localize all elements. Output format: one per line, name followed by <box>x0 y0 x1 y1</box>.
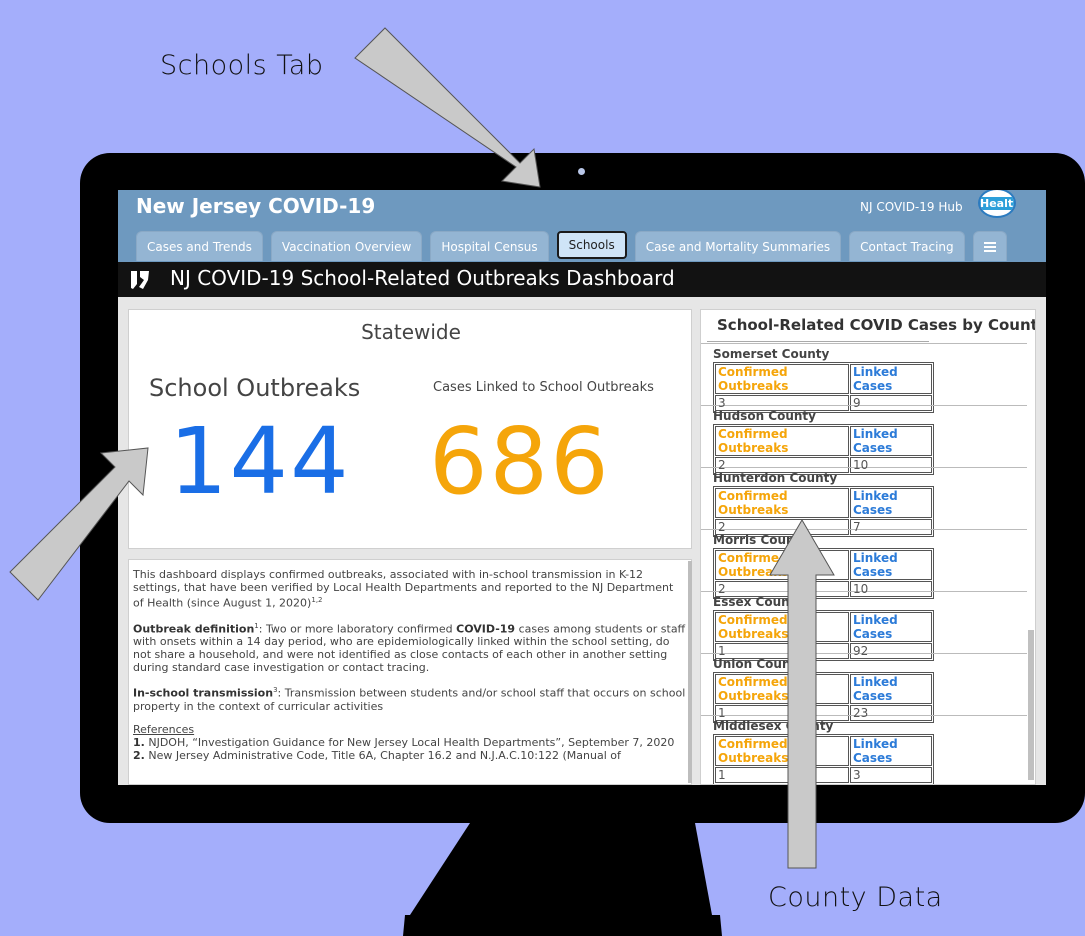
title-divider <box>707 341 929 342</box>
county-name: Somerset County <box>713 347 830 361</box>
reference-1: 1. NJDOH, “Investigation Guidance for Ne… <box>133 735 675 749</box>
county-item: Somerset County Confirmed Outbreaks Linked… <box>701 343 1027 413</box>
county-item: Hunterdon County Confirmed Outbreaks Linke… <box>701 467 1027 537</box>
linked-cases-value: 3 <box>850 767 932 783</box>
county-name: Union County <box>713 657 805 671</box>
county-panel-title: School-Related COVID Cases by County <box>717 316 1036 334</box>
confirmed-outbreaks-header: Confirmed Outbreaks <box>715 364 849 394</box>
monitor-stand <box>410 823 712 915</box>
references-heading: References <box>133 722 195 736</box>
linked-cases-header: Linked Cases <box>850 736 932 766</box>
county-name: Morris County <box>713 533 809 547</box>
tab-vaccination-overview[interactable]: Vaccination Overview <box>270 231 423 261</box>
reference-2: 2. New Jersey Administrative Code, Title… <box>133 748 621 762</box>
confirmed-outbreaks-header: Confirmed Outbreaks <box>715 612 849 642</box>
description-panel[interactable]: This dashboard displays confirmed outbre… <box>128 559 692 785</box>
tab-bar: Cases and Trends Vaccination Overview Ho… <box>136 231 1015 262</box>
hub-link[interactable]: NJ COVID-19 Hub <box>860 200 963 214</box>
linked-cases-header: Linked Cases <box>850 612 932 642</box>
monitor-base <box>403 915 722 936</box>
outbreak-definition: Outbreak definition1: Two or more labora… <box>133 621 686 675</box>
dashboard-title: NJ COVID-19 School-Related Outbreaks Das… <box>170 266 675 290</box>
county-name: Hudson County <box>713 409 816 423</box>
transmission-definition: In-school transmission3: Transmission be… <box>133 686 686 713</box>
linked-cases-header: Linked Cases <box>850 364 932 394</box>
tab-contact-tracing[interactable]: Contact Tracing <box>849 231 965 261</box>
county-name: Hunterdon County <box>713 471 838 485</box>
county-table: Confirmed Outbreaks Linked Cases 1 3 <box>713 734 934 784</box>
linked-cases-header: Linked Cases <box>850 426 932 456</box>
nj-health-logo[interactable]: Health <box>978 190 1016 218</box>
county-name: Middlesex County <box>713 719 834 733</box>
linked-cases-header: Linked Cases <box>850 550 932 580</box>
confirmed-outbreaks-value: 1 <box>715 767 849 783</box>
confirmed-outbreaks-header: Confirmed Outbreaks <box>715 426 849 456</box>
site-brand[interactable]: New Jersey COVID-19 <box>136 194 375 218</box>
logo-text: Health <box>980 197 1014 210</box>
nj-state-icon <box>128 268 152 292</box>
linked-cases-header: Linked Cases <box>850 488 932 518</box>
confirmed-outbreaks-header: Confirmed Outbreaks <box>715 488 849 518</box>
confirmed-outbreaks-header: Confirmed Outbreaks <box>715 736 849 766</box>
linked-cases-label: Cases Linked to School Outbreaks <box>433 380 654 395</box>
county-data-callout: County Data <box>768 882 943 913</box>
confirmed-outbreaks-header: Confirmed Outbreaks <box>715 674 849 704</box>
school-outbreaks-label: School Outbreaks <box>149 374 361 402</box>
linked-cases-value: 686 <box>429 408 611 515</box>
site-header: New Jersey COVID-19 NJ COVID-19 Hub Heal… <box>118 190 1046 262</box>
description-scrollbar[interactable] <box>688 561 692 783</box>
county-item: Union County Confirmed Outbreaks Linked Ca… <box>701 653 1027 723</box>
tab-cases-and-trends[interactable]: Cases and Trends <box>136 231 263 261</box>
county-panel: School-Related COVID Cases by County Som… <box>700 309 1036 785</box>
county-item: Essex County Confirmed Outbreaks Linked Ca… <box>701 591 1027 661</box>
dashboard-screen: New Jersey COVID-19 NJ COVID-19 Hub Heal… <box>118 190 1046 785</box>
confirmed-outbreaks-header: Confirmed Outbreaks <box>715 550 849 580</box>
dashboard-content: Statewide School Outbreaks Cases Linked … <box>118 297 1046 785</box>
intro-paragraph: This dashboard displays confirmed outbre… <box>133 568 674 610</box>
schools-tab-callout: Schools Tab <box>160 50 324 81</box>
county-item: Morris County Confirmed Outbreaks Linked C… <box>701 529 1027 599</box>
tab-more-menu[interactable] <box>972 231 1007 261</box>
dashboard-titlebar: NJ COVID-19 School-Related Outbreaks Das… <box>118 262 1046 297</box>
county-item: Hudson County Confirmed Outbreaks Linked C… <box>701 405 1027 475</box>
county-list[interactable]: Somerset County Confirmed Outbreaks Linked… <box>701 343 1027 784</box>
tab-case-and-mortality-summaries[interactable]: Case and Mortality Summaries <box>634 231 842 261</box>
county-scrollbar[interactable] <box>1028 630 1034 780</box>
list-menu-icon <box>983 241 996 252</box>
linked-cases-header: Linked Cases <box>850 674 932 704</box>
county-name: Essex County <box>713 595 804 609</box>
tab-hospital-census[interactable]: Hospital Census <box>430 231 549 261</box>
county-item: Middlesex County Confirmed Outbreaks Linke… <box>701 715 1027 784</box>
statewide-title: Statewide <box>361 320 461 344</box>
tab-schools[interactable]: Schools <box>556 231 627 259</box>
school-outbreaks-value: 144 <box>169 408 351 515</box>
webcam-dot <box>578 168 585 175</box>
statewide-panel: Statewide School Outbreaks Cases Linked … <box>128 309 692 549</box>
